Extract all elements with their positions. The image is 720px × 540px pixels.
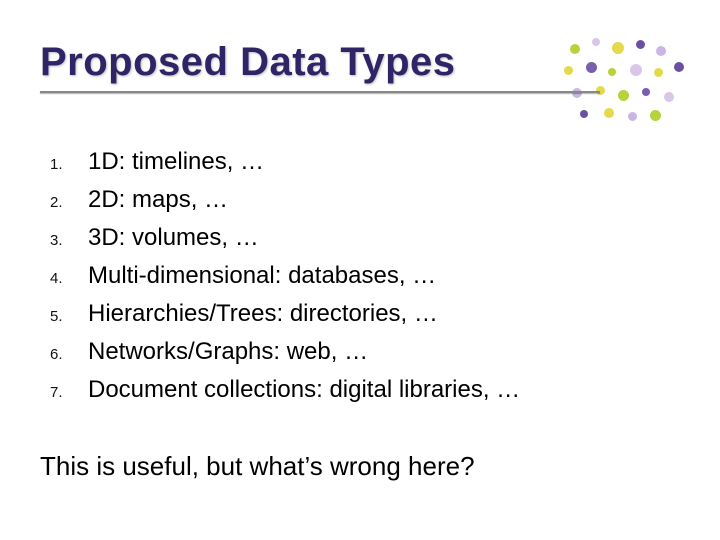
list-item: 4. Multi-dimensional: databases, … bbox=[50, 262, 650, 290]
footer-text: This is useful, but what’s wrong here? bbox=[40, 451, 475, 482]
list-item: 7. Document collections: digital librari… bbox=[50, 376, 650, 404]
list-item: 1. 1D: timelines, … bbox=[50, 148, 650, 176]
list-number: 5. bbox=[50, 308, 88, 325]
list-text: Hierarchies/Trees: directories, … bbox=[88, 300, 438, 328]
list-number: 2. bbox=[50, 194, 88, 211]
title-block: Proposed Data Types bbox=[40, 40, 600, 93]
list-text: 3D: volumes, … bbox=[88, 224, 259, 252]
list-number: 7. bbox=[50, 384, 88, 401]
list-text: Multi-dimensional: databases, … bbox=[88, 262, 436, 290]
list-number: 6. bbox=[50, 346, 88, 363]
numbered-list: 1. 1D: timelines, … 2. 2D: maps, … 3. 3D… bbox=[50, 148, 650, 414]
slide-title: Proposed Data Types bbox=[40, 40, 600, 85]
title-underline bbox=[40, 91, 600, 93]
list-text: 1D: timelines, … bbox=[88, 148, 264, 176]
list-text: Document collections: digital libraries,… bbox=[88, 376, 520, 404]
list-text: Networks/Graphs: web, … bbox=[88, 338, 368, 366]
list-number: 4. bbox=[50, 270, 88, 287]
list-item: 6. Networks/Graphs: web, … bbox=[50, 338, 650, 366]
slide: Proposed Data Types 1. 1D: timelines, … … bbox=[0, 0, 720, 540]
list-text: 2D: maps, … bbox=[88, 186, 228, 214]
list-item: 2. 2D: maps, … bbox=[50, 186, 650, 214]
list-item: 5. Hierarchies/Trees: directories, … bbox=[50, 300, 650, 328]
list-number: 3. bbox=[50, 232, 88, 249]
list-item: 3. 3D: volumes, … bbox=[50, 224, 650, 252]
list-number: 1. bbox=[50, 156, 88, 173]
